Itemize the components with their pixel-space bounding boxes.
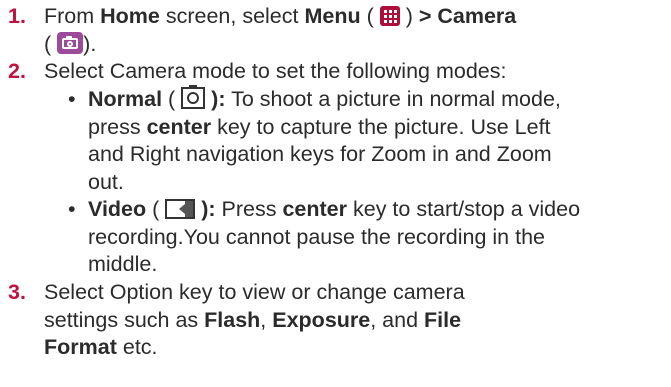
menu-label: Menu — [304, 4, 361, 28]
step-number: 3. — [8, 280, 26, 304]
instructions-document: 1. From Home screen, select Menu ( ) > C… — [0, 0, 671, 387]
text-run: From — [44, 4, 101, 28]
text-run: key to capture the picture. Use Left — [217, 114, 551, 139]
bullet-text: Video ( ): Press center key to start/sto… — [88, 196, 666, 279]
text-run: ( — [360, 4, 380, 28]
video-mode-icon — [165, 199, 196, 219]
text-run: To shoot a picture in normal mode, — [225, 87, 561, 111]
normal-label: Normal — [88, 87, 163, 111]
text-run: ) — [399, 4, 419, 28]
step-intro: Select Camera mode to set the following … — [44, 59, 507, 83]
step-text: Select Option key to view or change came… — [44, 279, 664, 362]
text-run: Press — [215, 197, 283, 221]
text-run: ). — [83, 31, 97, 56]
step-text: From Home screen, select Menu ( ) > Came… — [44, 3, 664, 58]
bullet-dot: • — [68, 197, 76, 221]
text-line: Video ( ): Press center key to start/sto… — [88, 196, 666, 224]
text-line: middle. — [88, 252, 158, 276]
center-key-label: center — [282, 197, 348, 221]
text-run: screen, select — [159, 4, 305, 28]
text-line: settings such as Flash, Exposure, and Fi… — [44, 307, 664, 335]
step-number: 2. — [8, 59, 26, 83]
text-run: press — [88, 114, 147, 139]
text-run: settings such as — [44, 307, 205, 332]
flash-label: Flash — [204, 307, 261, 332]
text-line: ( ). — [44, 31, 664, 59]
text-run: etc. — [122, 335, 158, 359]
camera-app-icon — [57, 31, 84, 54]
text-line: press center key to capture the picture.… — [88, 114, 666, 142]
camera-normal-mode-icon — [181, 85, 206, 109]
text-run: key to start/stop a video — [347, 197, 581, 221]
text-run: ): — [195, 197, 216, 221]
text-run: ( — [162, 87, 182, 111]
exposure-label: Exposure — [272, 307, 371, 332]
file-label: File — [424, 307, 462, 332]
text-line: Normal ( ): To shoot a picture in normal… — [88, 85, 666, 114]
grid-menu-icon — [379, 6, 400, 26]
text-line: Format etc. — [44, 334, 664, 362]
text-line: and Right navigation keys for Zoom in an… — [88, 142, 552, 166]
video-label: Video — [88, 197, 147, 221]
text-line: out. — [88, 169, 124, 194]
step-number: 1. — [8, 4, 26, 28]
text-line: From Home screen, select Menu ( ) > Came… — [44, 3, 664, 31]
step-text: Select Camera mode to set the following … — [44, 58, 664, 86]
text-line: recording.You cannot pause the recording… — [88, 224, 546, 249]
format-label: Format — [44, 335, 117, 359]
text-run: ( — [44, 31, 52, 56]
camera-label: > Camera — [418, 4, 517, 28]
text-run: , — [260, 307, 273, 332]
center-key-label: center — [146, 114, 212, 139]
home-label: Home — [100, 4, 160, 28]
text-line: Select Option key to view or change came… — [44, 280, 465, 304]
bullet-dot: • — [68, 87, 76, 111]
text-run: ): — [205, 87, 226, 111]
text-run: , and — [370, 307, 425, 332]
bullet-text: Normal ( ): To shoot a picture in normal… — [88, 85, 666, 196]
text-run: ( — [146, 197, 166, 221]
